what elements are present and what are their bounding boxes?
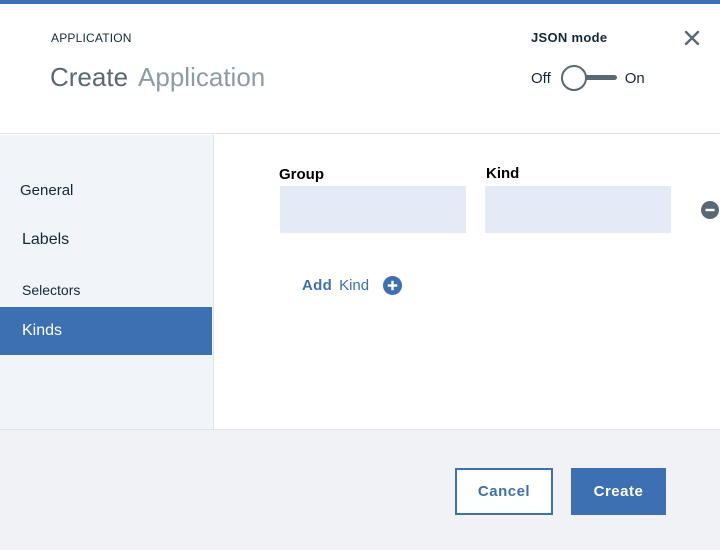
- sidebar-nav: General Labels Selectors Kinds: [0, 135, 214, 429]
- remove-kind-button[interactable]: [701, 201, 719, 219]
- title-action: Create: [50, 62, 129, 92]
- modal-footer: Cancel Create: [0, 429, 720, 550]
- title-type: Application: [138, 62, 266, 92]
- create-button[interactable]: Create: [571, 468, 666, 515]
- toggle-on-label: On: [624, 69, 645, 87]
- kind-input[interactable]: [485, 186, 671, 233]
- create-application-modal: APPLICATION Create Application JSON mode …: [0, 0, 720, 550]
- add-kind-label: Kind: [339, 276, 370, 294]
- modal-label: APPLICATION: [51, 31, 132, 45]
- group-field-label: Group: [279, 166, 324, 183]
- modal-header: APPLICATION Create Application JSON mode …: [0, 4, 720, 134]
- sidebar-item-general[interactable]: General: [0, 166, 212, 214]
- sidebar-item-labels[interactable]: Labels: [0, 216, 212, 264]
- kinds-panel: Group Kind Add Kind: [215, 135, 720, 429]
- json-mode-toggle[interactable]: [559, 64, 617, 92]
- json-mode-label: JSON mode: [531, 30, 608, 45]
- add-kind-button[interactable]: Add Kind: [302, 274, 403, 296]
- json-mode-toggle-group: Off On: [531, 64, 645, 92]
- minus-circle-icon: [701, 201, 719, 219]
- sidebar-item-kinds[interactable]: Kinds: [0, 307, 212, 355]
- close-icon: [684, 30, 700, 46]
- kind-field-label: Kind: [486, 165, 520, 182]
- cancel-button[interactable]: Cancel: [455, 468, 553, 515]
- close-button[interactable]: [682, 28, 702, 48]
- plus-circle-icon: [383, 275, 403, 295]
- add-kind-label-bold: Add: [302, 276, 333, 294]
- group-input[interactable]: [280, 186, 466, 233]
- toggle-off-label: Off: [531, 69, 551, 87]
- toggle-knob: [560, 65, 587, 91]
- modal-title: Create Application: [50, 62, 265, 93]
